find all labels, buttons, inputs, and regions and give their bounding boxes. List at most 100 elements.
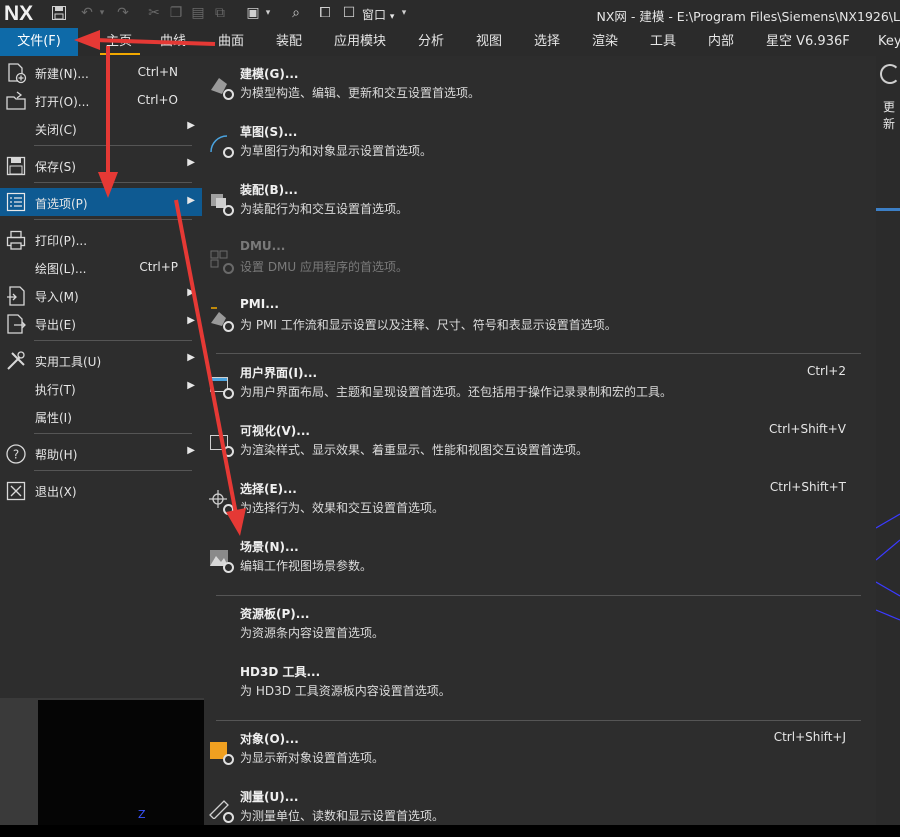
undo-icon[interactable]: ↶ [78, 5, 96, 22]
pref-item-title: 选择(E)... [240, 482, 297, 496]
pref-item-description: 为 PMI 工作流和显示设置以及注释、尺寸、符号和表显示设置首选项。 [240, 318, 617, 332]
exit-icon [5, 480, 27, 502]
pref-item-description: 设置 DMU 应用程序的首选项。 [240, 260, 409, 274]
pref-item-selection[interactable]: 选择(E)... 为选择行为、效果和交互设置首选项。 Ctrl+Shift+T [204, 471, 876, 529]
tab-surface[interactable]: 曲面 [218, 28, 244, 56]
selection-gear-icon [208, 489, 234, 515]
menu-item-preferences[interactable]: 首选项(P) ▶ [0, 188, 202, 216]
tab-view[interactable]: 视图 [476, 28, 502, 56]
right-panel-accent [876, 208, 900, 211]
pref-item-title: PMI... [240, 297, 279, 311]
tab-home[interactable]: 主页 [106, 28, 132, 56]
tab-applications[interactable]: 应用模块 [334, 28, 386, 56]
menu-item-execute[interactable]: 执行(T) ▶ [0, 375, 202, 401]
menu-item-label: 打开(O)... [35, 95, 90, 109]
menu-item-shortcut: Ctrl+P [139, 260, 178, 274]
menu-item-label: 导出(E) [35, 318, 76, 332]
pref-item-assembly[interactable]: 装配(B)... 为装配行为和交互设置首选项。 [204, 172, 876, 230]
menu-item-print[interactable]: 打印(P)... [0, 226, 202, 252]
menu-separator [34, 219, 192, 220]
save-icon [5, 155, 27, 177]
submenu-arrow-icon: ▶ [187, 380, 195, 391]
tab-xingkong[interactable]: 星空 V6.936F [766, 28, 850, 56]
window-menu[interactable]: 窗口 ▾ [362, 6, 394, 23]
modeling-gear-icon [208, 74, 234, 100]
pref-item-hd3d[interactable]: HD3D 工具... 为 HD3D 工具资源板内容设置首选项。 [204, 654, 876, 712]
pref-item-description: 为 HD3D 工具资源板内容设置首选项。 [240, 684, 451, 698]
pref-item-title: DMU... [240, 239, 286, 253]
menu-item-plot[interactable]: 绘图(L)... Ctrl+P [0, 254, 202, 280]
menu-item-label: 绘图(L)... [35, 262, 87, 276]
menu-item-save[interactable]: 保存(S) ▶ [0, 152, 202, 178]
pref-item-resource-bar[interactable]: 资源板(P)... 为资源条内容设置首选项。 [204, 596, 876, 654]
menu-item-properties[interactable]: 属性(I) [0, 403, 202, 429]
pref-item-visualization[interactable]: 可视化(V)... 为渲染样式、显示效果、着重显示、性能和视图交互设置首选项。 … [204, 413, 876, 471]
menu-separator [34, 433, 192, 434]
window-title: NX网 - 建模 - E:\Program Files\Siemens\NX19… [596, 9, 900, 24]
menu-item-label: 实用工具(U) [35, 355, 102, 369]
menu-separator [216, 353, 861, 354]
pref-item-description: 为显示新对象设置首选项。 [240, 751, 385, 765]
customize-quick-access-icon[interactable]: ▾ [398, 5, 410, 22]
pref-item-description: 为渲染样式、显示效果、着重显示、性能和视图交互设置首选项。 [240, 443, 589, 457]
pref-item-description: 为装配行为和交互设置首选项。 [240, 202, 409, 216]
menu-item-import[interactable]: 导入(M) ▶ [0, 282, 202, 308]
window-icon[interactable]: ☐ [340, 5, 358, 22]
pref-item-title: 对象(O)... [240, 732, 299, 746]
pref-item-title: 资源板(P)... [240, 607, 310, 621]
paste-special-icon[interactable]: ⧉ [212, 5, 228, 22]
ribbon-tabs: 主页 曲线 曲面 装配 应用模块 分析 视图 选择 渲染 工具 内部 星空 V6… [0, 28, 900, 56]
pref-item-title: 建模(G)... [240, 67, 299, 81]
tab-assembly[interactable]: 装配 [276, 28, 302, 56]
menu-item-label: 关闭(C) [35, 123, 77, 137]
tab-internal[interactable]: 内部 [708, 28, 734, 56]
menu-item-open[interactable]: 打开(O)... Ctrl+O [0, 87, 202, 113]
pref-item-dmu: DMU... 设置 DMU 应用程序的首选项。 [204, 230, 876, 288]
pref-item-description: 为选择行为、效果和交互设置首选项。 [240, 501, 445, 515]
save-icon[interactable] [50, 5, 68, 22]
pref-item-pmi[interactable]: PMI... 为 PMI 工作流和显示设置以及注释、尺寸、符号和表显示设置首选项… [204, 288, 876, 346]
menu-item-utilities[interactable]: 实用工具(U) ▶ [0, 347, 202, 373]
tab-analysis[interactable]: 分析 [418, 28, 444, 56]
submenu-arrow-icon: ▶ [187, 445, 195, 456]
touch-mode-icon[interactable]: ▣ [244, 5, 262, 22]
cut-icon[interactable]: ✂ [146, 5, 162, 22]
file-tab[interactable]: 文件(F) [0, 28, 78, 56]
touch-mode-dropdown-icon[interactable]: ▾ [264, 5, 272, 22]
menu-item-close[interactable]: 关闭(C) ▶ [0, 115, 202, 141]
switch-window-icon[interactable]: ⧠ [316, 5, 334, 22]
tab-render[interactable]: 渲染 [592, 28, 618, 56]
update-label[interactable]: 更新 [883, 98, 900, 132]
undo-dropdown-icon[interactable]: ▾ [98, 5, 106, 22]
paste-icon[interactable]: ▤ [190, 5, 206, 22]
command-finder-icon[interactable]: ⌕ [286, 5, 306, 22]
refresh-icon[interactable] [880, 64, 900, 84]
menu-item-help[interactable]: ? 帮助(H) ▶ [0, 440, 202, 466]
tab-key[interactable]: Key [878, 28, 900, 56]
pref-item-title: 装配(B)... [240, 183, 298, 197]
pref-item-user-interface[interactable]: 用户界面(I)... 为用户界面布局、主题和呈现设置首选项。还包括用于操作记录录… [204, 355, 876, 413]
copy-icon[interactable]: ❐ [168, 5, 184, 22]
pref-item-measure[interactable]: 测量(U)... 为测量单位、读数和显示设置首选项。 [204, 779, 876, 837]
pref-item-title: 测量(U)... [240, 790, 299, 804]
pref-item-sketch[interactable]: 草图(S)... 为草图行为和对象显示设置首选项。 [204, 114, 876, 172]
menu-item-export[interactable]: 导出(E) ▶ [0, 310, 202, 336]
z-axis-label: Z [138, 808, 146, 821]
redo-icon[interactable]: ↷ [114, 5, 132, 22]
graphics-window[interactable] [38, 700, 204, 825]
help-icon: ? [5, 443, 27, 465]
pref-item-scene[interactable]: 场景(N)... 编辑工作视图场景参数。 [204, 529, 876, 587]
pref-item-description: 编辑工作视图场景参数。 [240, 559, 373, 573]
pref-item-description: 为用户界面布局、主题和呈现设置首选项。还包括用于操作记录录制和宏的工具。 [240, 385, 673, 399]
pref-item-object[interactable]: 对象(O)... 为显示新对象设置首选项。 Ctrl+Shift+J [204, 721, 876, 779]
tab-curve[interactable]: 曲线 [160, 28, 186, 56]
menu-item-label: 退出(X) [35, 485, 77, 499]
menu-item-new[interactable]: 新建(N)... Ctrl+N [0, 59, 202, 85]
pref-item-modeling[interactable]: 建模(G)... 为模型构造、编辑、更新和交互设置首选项。 [204, 56, 876, 114]
sketch-gear-icon [208, 132, 234, 158]
submenu-arrow-icon: ▶ [187, 195, 195, 206]
tab-select[interactable]: 选择 [534, 28, 560, 56]
tab-tools[interactable]: 工具 [650, 28, 676, 56]
menu-item-exit[interactable]: 退出(X) [0, 477, 202, 503]
pref-item-title: 可视化(V)... [240, 424, 310, 438]
